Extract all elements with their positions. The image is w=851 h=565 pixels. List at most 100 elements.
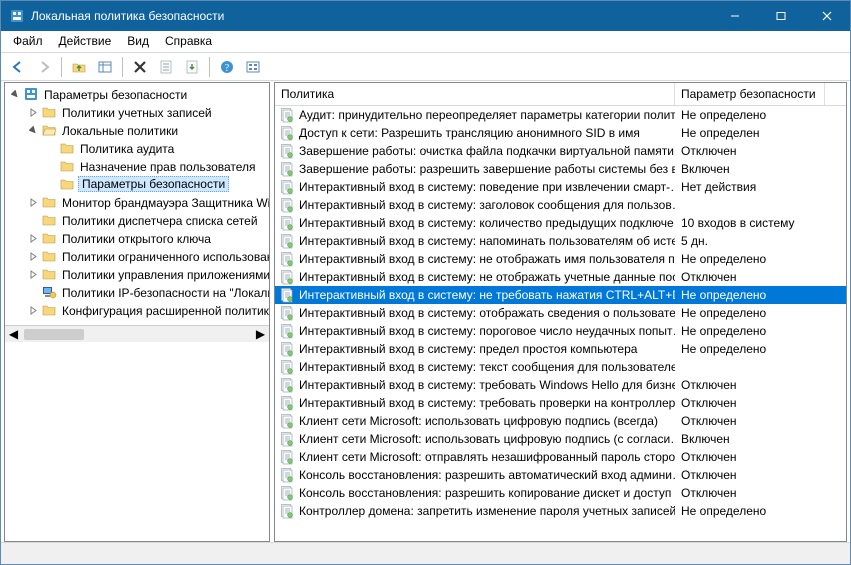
tree-item[interactable]: Локальные политики — [5, 121, 269, 139]
tree-label: Политики ограниченного использования про… — [60, 249, 270, 264]
menu-help[interactable]: Справка — [157, 31, 220, 52]
show-hide-tree-button[interactable] — [93, 55, 117, 79]
folder-icon — [41, 122, 57, 138]
menu-action[interactable]: Действие — [51, 31, 120, 52]
back-button[interactable] — [6, 55, 30, 79]
menu-view[interactable]: Вид — [119, 31, 157, 52]
policy-row[interactable]: Клиент сети Microsoft: использовать цифр… — [275, 430, 846, 448]
tree-item[interactable]: Назначение прав пользователя — [5, 157, 269, 175]
policy-icon — [279, 179, 295, 195]
policy-row[interactable]: Интерактивный вход в систему: предел про… — [275, 340, 846, 358]
close-button[interactable] — [804, 1, 850, 31]
tree-item[interactable]: Политики учетных записей — [5, 103, 269, 121]
policy-name: Интерактивный вход в систему: пороговое … — [299, 324, 675, 338]
tree-item[interactable]: Политика аудита — [5, 139, 269, 157]
policy-row[interactable]: Консоль восстановления: разрешить автома… — [275, 466, 846, 484]
policy-row[interactable]: Доступ к сети: Разрешить трансляцию анон… — [275, 124, 846, 142]
folder-icon — [41, 302, 57, 318]
policy-row[interactable]: Интерактивный вход в систему: пороговое … — [275, 322, 846, 340]
tree-pane[interactable]: Параметры безопасностиПолитики учетных з… — [4, 82, 270, 542]
app-icon — [9, 8, 25, 24]
policy-row[interactable]: Контроллер домена: запретить изменение п… — [275, 502, 846, 520]
policy-row[interactable]: Интерактивный вход в систему: напоминать… — [275, 232, 846, 250]
policy-name: Аудит: принудительно переопределяет пара… — [299, 108, 675, 122]
folder-icon — [41, 284, 57, 300]
policy-name: Интерактивный вход в систему: не отображ… — [299, 270, 675, 284]
col-setting[interactable]: Параметр безопасности — [675, 83, 825, 105]
folder-icon — [41, 266, 57, 282]
policy-row[interactable]: Интерактивный вход в систему: отображать… — [275, 304, 846, 322]
tree-item[interactable]: Конфигурация расширенной политики аудита — [5, 301, 269, 319]
policy-name: Интерактивный вход в систему: отображать… — [299, 306, 675, 320]
policy-row[interactable]: Консоль восстановления: разрешить копиро… — [275, 484, 846, 502]
policy-row[interactable]: Интерактивный вход в систему: требовать … — [275, 394, 846, 412]
delete-button[interactable] — [128, 55, 152, 79]
policy-name: Завершение работы: очистка файла подкачк… — [299, 144, 674, 158]
tree-item[interactable]: Политики IP-безопасности на "Локальный к… — [5, 283, 269, 301]
policy-name: Консоль восстановления: разрешить копиро… — [299, 486, 675, 500]
tree-item[interactable]: Политики ограниченного использования про… — [5, 247, 269, 265]
minimize-button[interactable] — [712, 1, 758, 31]
policy-row[interactable]: Аудит: принудительно переопределяет пара… — [275, 106, 846, 124]
folder-icon — [41, 104, 57, 120]
policy-row[interactable]: Интерактивный вход в систему: заголовок … — [275, 196, 846, 214]
policy-value: Не определено — [675, 252, 825, 266]
policy-value: 10 входов в систему — [675, 216, 825, 230]
policy-row[interactable]: Интерактивный вход в систему: не отображ… — [275, 250, 846, 268]
list-body[interactable]: Аудит: принудительно переопределяет пара… — [275, 106, 846, 541]
menu-file[interactable]: Файл — [5, 31, 51, 52]
policy-name: Консоль восстановления: разрешить автома… — [299, 468, 675, 482]
policy-row[interactable]: Интерактивный вход в систему: не требова… — [275, 286, 846, 304]
folder-icon — [59, 158, 75, 174]
policy-icon — [279, 413, 295, 429]
policy-icon — [279, 359, 295, 375]
policy-value: Отключен — [675, 414, 825, 428]
tree-label: Политика аудита — [78, 141, 178, 156]
properties-button[interactable] — [154, 55, 178, 79]
policy-row[interactable]: Интерактивный вход в систему: количество… — [275, 214, 846, 232]
tree-item[interactable]: Политики открытого ключа — [5, 229, 269, 247]
menubar: Файл Действие Вид Справка — [1, 31, 850, 53]
policy-name: Интерактивный вход в систему: не отображ… — [299, 252, 675, 266]
tree-item[interactable]: Монитор брандмауэра Защитника Windows — [5, 193, 269, 211]
policy-row[interactable]: Клиент сети Microsoft: использовать цифр… — [275, 412, 846, 430]
help-button[interactable]: ? — [215, 55, 239, 79]
list-pane: Политика Параметр безопасности Аудит: пр… — [274, 82, 847, 542]
policy-row[interactable]: Клиент сети Microsoft: отправлять незаши… — [275, 448, 846, 466]
forward-button[interactable] — [32, 55, 56, 79]
policy-name: Клиент сети Microsoft: использовать цифр… — [299, 414, 658, 428]
window-title: Локальная политика безопасности — [31, 9, 712, 23]
policy-row[interactable]: Интерактивный вход в систему: поведение … — [275, 178, 846, 196]
tree-label: Политики открытого ключа — [60, 231, 215, 246]
policy-row[interactable]: Интерактивный вход в систему: требовать … — [275, 376, 846, 394]
policy-icon — [279, 305, 295, 321]
toolbar: ? — [1, 53, 850, 81]
policy-row[interactable]: Интерактивный вход в систему: не отображ… — [275, 268, 846, 286]
col-policy[interactable]: Политика — [275, 83, 675, 105]
list-header[interactable]: Политика Параметр безопасности — [275, 83, 846, 106]
folder-icon — [41, 230, 57, 246]
maximize-button[interactable] — [758, 1, 804, 31]
tree-root[interactable]: Параметры безопасности — [5, 85, 269, 103]
policy-icon — [279, 197, 295, 213]
policy-value: Включен — [675, 162, 825, 176]
policy-icon — [279, 125, 295, 141]
tree-hscroll[interactable]: ◀▶ — [5, 325, 269, 342]
policy-row[interactable]: Завершение работы: разрешить завершение … — [275, 160, 846, 178]
tree-item[interactable]: Политики диспетчера списка сетей — [5, 211, 269, 229]
refresh-button[interactable] — [241, 55, 265, 79]
policy-row[interactable]: Завершение работы: очистка файла подкачк… — [275, 142, 846, 160]
policy-icon — [279, 341, 295, 357]
tree-item[interactable]: Параметры безопасности — [5, 175, 269, 193]
export-button[interactable] — [180, 55, 204, 79]
policy-icon — [279, 269, 295, 285]
policy-value: Отключен — [675, 468, 825, 482]
up-button[interactable] — [67, 55, 91, 79]
tree-item[interactable]: Политики управления приложениями — [5, 265, 269, 283]
policy-value: Включен — [675, 432, 825, 446]
folder-icon — [41, 212, 57, 228]
tree-label: Параметры безопасности — [42, 87, 191, 102]
policy-row[interactable]: Интерактивный вход в систему: текст сооб… — [275, 358, 846, 376]
policy-name: Интерактивный вход в систему: заголовок … — [299, 198, 675, 212]
policy-icon — [279, 251, 295, 267]
